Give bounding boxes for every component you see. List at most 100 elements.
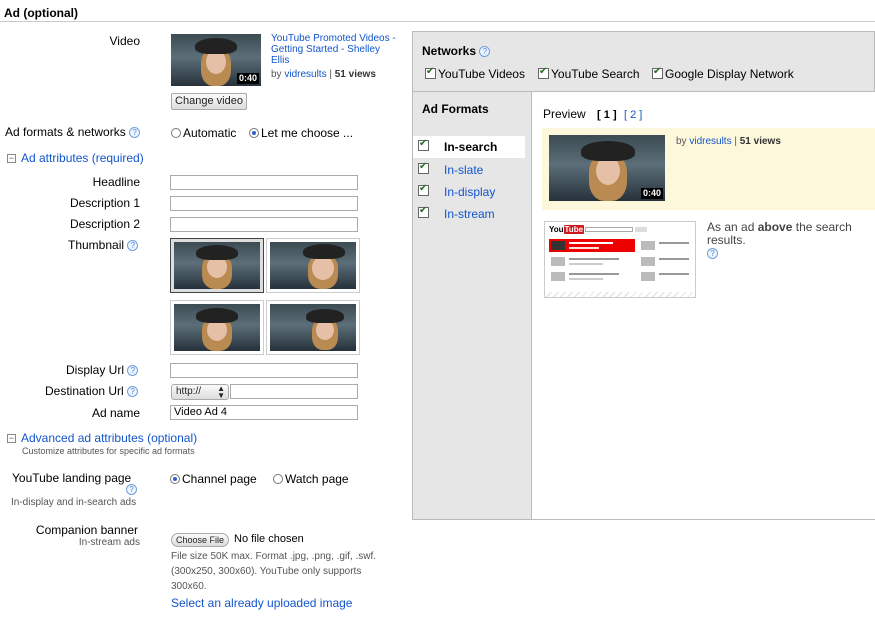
ad-attributes-toggle[interactable]: − Ad attributes (required) <box>7 151 144 165</box>
network-google-display[interactable]: Google Display Network <box>652 66 794 81</box>
destination-url-input[interactable] <box>230 384 358 399</box>
ad-name-label: Ad name <box>91 406 140 420</box>
display-url-label-text: Display Url <box>66 363 125 377</box>
preview-views: 51 views <box>739 136 781 147</box>
headline-input[interactable] <box>170 175 358 190</box>
youtube-logo: YouTube <box>549 225 585 234</box>
checkbox-icon <box>425 66 436 79</box>
preview-page-2[interactable]: [ 2 ] <box>624 109 642 121</box>
collapse-icon: − <box>7 153 16 164</box>
format-in-display[interactable]: In-display <box>413 181 523 203</box>
companion-label: Companion banner <box>35 523 138 537</box>
video-by-prefix: by <box>271 69 282 80</box>
network-label: YouTube Search <box>551 67 640 81</box>
preview-desc-bold: above <box>757 220 793 234</box>
help-icon[interactable]: ? <box>129 127 141 139</box>
help-icon[interactable]: ? <box>126 484 137 495</box>
video-title-link[interactable]: YouTube Promoted Videos - Getting Starte… <box>271 33 396 66</box>
network-youtube-search[interactable]: YouTube Search <box>538 66 640 81</box>
video-author-link[interactable]: vidresults <box>284 69 326 80</box>
thumbnail-option-3[interactable] <box>170 300 264 355</box>
headline-label: Headline <box>92 175 140 189</box>
help-icon[interactable]: ? <box>127 365 139 377</box>
protocol-select[interactable]: http:// ▲ ▼ <box>171 384 229 400</box>
description2-label: Description 2 <box>69 217 140 231</box>
checkbox-icon <box>418 205 429 218</box>
radio-watch-page-label: Watch page <box>285 472 349 486</box>
formats-networks-text: Ad formats & networks <box>5 125 126 139</box>
video-views: 51 views <box>334 69 376 80</box>
radio-icon <box>170 474 180 484</box>
format-label: In-stream <box>444 207 495 221</box>
advanced-subtext: Customize attributes for specific ad for… <box>22 446 195 456</box>
format-in-stream[interactable]: In-stream <box>413 203 523 225</box>
preview-duration: 0:40 <box>640 188 663 199</box>
video-thumbnail[interactable]: 0:40 <box>171 34 261 86</box>
preview-desc-pre: As an ad <box>707 220 755 234</box>
no-file-text: No file chosen <box>234 533 304 545</box>
thumbnail-option-2[interactable] <box>266 238 360 293</box>
radio-channel-page-label: Channel page <box>182 472 257 486</box>
landing-subtext: In-display and in-search ads <box>11 497 137 508</box>
preview-header: Preview [ 1 ] [ 2 ] <box>543 107 642 121</box>
description1-input[interactable] <box>170 196 358 211</box>
section-divider <box>0 21 875 22</box>
section-title: Ad (optional) <box>4 6 78 20</box>
format-in-slate[interactable]: In-slate <box>413 159 523 181</box>
companion-subtext: In-stream ads <box>78 537 140 548</box>
ad-attributes-header[interactable]: Ad attributes (required) <box>21 151 144 165</box>
preview-by-prefix: by <box>676 136 687 147</box>
youtube-logo-text: You <box>549 225 564 234</box>
thumbnail-option-1[interactable] <box>170 238 264 293</box>
radio-icon <box>171 128 181 138</box>
choose-file-button[interactable]: Choose File <box>171 533 229 547</box>
checkbox-icon <box>418 161 429 174</box>
radio-watch-page[interactable]: Watch page <box>273 472 349 486</box>
format-label: In-search <box>444 140 498 154</box>
preview-ad-highlight: 0:40 by vidresults | 51 views <box>542 128 875 210</box>
protocol-value: http:// <box>176 386 202 397</box>
thumbnail-label-text: Thumbnail <box>68 238 125 252</box>
preview-page-1[interactable]: [ 1 ] <box>597 109 617 121</box>
format-in-search[interactable]: In-search <box>413 136 525 158</box>
help-icon[interactable]: ? <box>127 386 139 398</box>
radio-icon <box>273 474 283 484</box>
radio-automatic[interactable]: Automatic <box>171 126 236 140</box>
formats-networks-label: Ad formats & networks ? <box>5 125 141 139</box>
networks-title: Networks <box>422 44 477 58</box>
preview-video-thumbnail[interactable]: 0:40 <box>549 135 665 201</box>
display-url-input[interactable] <box>170 363 358 378</box>
help-icon[interactable]: ? <box>479 46 491 58</box>
description2-input[interactable] <box>170 217 358 232</box>
select-uploaded-image-link[interactable]: Select an already uploaded image <box>171 596 352 610</box>
preview-description: As an ad above the search results. ? <box>707 221 867 260</box>
preview-label: Preview <box>543 107 586 121</box>
search-results-mock: YouTube <box>544 221 696 298</box>
preview-author-link[interactable]: vidresults <box>689 136 731 147</box>
advanced-header[interactable]: Advanced ad attributes (optional) <box>21 431 197 445</box>
format-label: In-display <box>444 185 496 199</box>
change-video-button[interactable]: Change video <box>171 93 247 110</box>
video-label: Video <box>109 34 140 48</box>
preview-page-2-number: 2 <box>630 109 637 121</box>
radio-let-me-choose[interactable]: Let me choose ... <box>249 126 353 140</box>
preview-page-1-number: 1 <box>603 109 610 121</box>
thumbnail-option-4[interactable] <box>266 300 360 355</box>
checkbox-icon <box>418 138 429 151</box>
destination-url-label-text: Destination Url <box>45 384 124 398</box>
network-label: YouTube Videos <box>438 67 525 81</box>
checkbox-icon <box>418 183 429 196</box>
help-icon[interactable]: ? <box>707 248 718 260</box>
networks-panel: Networks ? YouTube Videos YouTube Search… <box>412 31 875 520</box>
network-youtube-videos[interactable]: YouTube Videos <box>425 66 525 81</box>
advanced-toggle[interactable]: − Advanced ad attributes (optional) <box>7 431 197 445</box>
networks-title-row: Networks ? <box>422 44 491 58</box>
display-url-label: Display Url ? <box>66 363 139 377</box>
preview-area: Preview [ 1 ] [ 2 ] 0:40 by vidresults |… <box>531 91 875 519</box>
radio-channel-page[interactable]: Channel page <box>170 472 257 486</box>
collapse-icon: − <box>7 433 16 444</box>
ad-name-input[interactable]: Video Ad 4 <box>170 405 358 420</box>
updown-arrows-icon: ▲ ▼ <box>217 384 225 400</box>
radio-let-me-choose-label: Let me choose ... <box>261 126 354 140</box>
help-icon[interactable]: ? <box>127 240 139 252</box>
